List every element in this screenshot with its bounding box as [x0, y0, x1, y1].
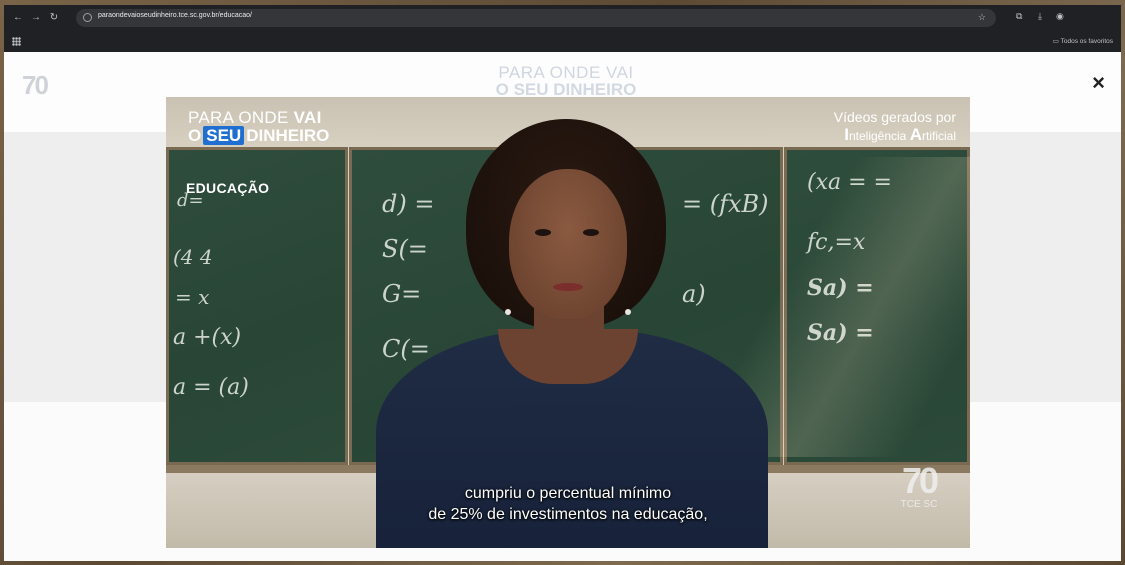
ai-label-artificial: rtificial [921, 129, 956, 143]
site-title-line2: O SEU DINHEIRO [495, 80, 637, 99]
profile-icon[interactable]: ◉ [1056, 11, 1064, 22]
ai-label-inteligencia: nteligência [848, 129, 910, 143]
video-brand-logo: PARA ONDE VAI O SEU DINHEIRO [188, 109, 329, 145]
apps-grid-icon[interactable] [12, 37, 21, 46]
subtitle-line2: de 25% de investimentos na educação, [428, 506, 708, 523]
brand-o: O [188, 126, 202, 145]
video-topic-label: EDUCAÇÃO [186, 180, 270, 196]
download-icon[interactable]: ⤓ [1038, 11, 1042, 22]
all-bookmarks-label: Todos os favoritos [1060, 38, 1113, 45]
all-bookmarks-folder[interactable]: ▭ Todos os favoritos [1053, 37, 1113, 45]
brand-seu-badge: SEU [203, 126, 245, 145]
presenter-mouth [553, 283, 583, 291]
brand-dinheiro: DINHEIRO [246, 126, 330, 145]
ai-generated-label: Vídeos gerados por Inteligência Artifici… [834, 109, 956, 145]
video-subtitles: cumpriu o percentual mínimo de 25% de in… [166, 483, 970, 525]
seal-org: TCE SC [900, 499, 938, 510]
presenter-eye-left [535, 229, 551, 236]
bookmark-star-icon[interactable]: ☆ [978, 12, 986, 23]
ai-label-cap-a: A [909, 125, 922, 144]
site-title-line1: PARA ONDE VAI [498, 63, 634, 82]
earring-right [625, 309, 631, 315]
tce-logo: 70 [22, 70, 49, 100]
site-title: PARA ONDE VAI O SEU DINHEIRO [486, 64, 646, 98]
folder-icon: ▭ [1052, 38, 1061, 45]
back-icon[interactable]: ← [12, 12, 24, 24]
reload-icon[interactable]: ↻ [48, 12, 60, 24]
earring-left [505, 309, 511, 315]
forward-icon[interactable]: → [30, 12, 42, 24]
bookmarks-bar: ▭ Todos os favoritos [4, 31, 1121, 52]
seal-number: 70 [901, 460, 939, 501]
tce-sc-70-years-seal: 70 TCE SC [888, 463, 950, 511]
brand-line1-prefix: PARA ONDE [188, 108, 294, 127]
close-icon[interactable]: × [1092, 72, 1105, 94]
browser-chrome: ← → ↻ paraondevaioseudinheiro.tce.sc.gov… [4, 5, 1121, 52]
page-content: 70 PARA ONDE VAI O SEU DINHEIRO × d= (4 … [4, 52, 1121, 561]
brand-line1: PARA ONDE VAI [188, 109, 329, 127]
ai-label-line2: Inteligência Artificial [834, 126, 956, 145]
presenter-eye-right [583, 229, 599, 236]
subtitle-line1: cumpriu o percentual mínimo [464, 485, 672, 502]
extensions-icon[interactable]: ⧉ [1016, 11, 1022, 22]
url-text[interactable]: paraondevaioseudinheiro.tce.sc.gov.br/ed… [98, 12, 252, 19]
ai-label-line1: Vídeos gerados por [833, 109, 956, 125]
brand-line2: O SEU DINHEIRO [188, 126, 330, 145]
browser-toolbar: ← → ↻ paraondevaioseudinheiro.tce.sc.gov… [4, 5, 1121, 31]
presenter-face [505, 169, 631, 319]
brand-line1-bold: VAI [293, 108, 322, 127]
browser-window: ← → ↻ paraondevaioseudinheiro.tce.sc.gov… [4, 5, 1121, 561]
video-player[interactable]: d= (4 4 = x a +(x) a = (a) d) = S(= G= C… [166, 97, 970, 548]
site-info-icon[interactable] [83, 13, 92, 22]
address-bar[interactable]: paraondevaioseudinheiro.tce.sc.gov.br/ed… [76, 9, 996, 27]
